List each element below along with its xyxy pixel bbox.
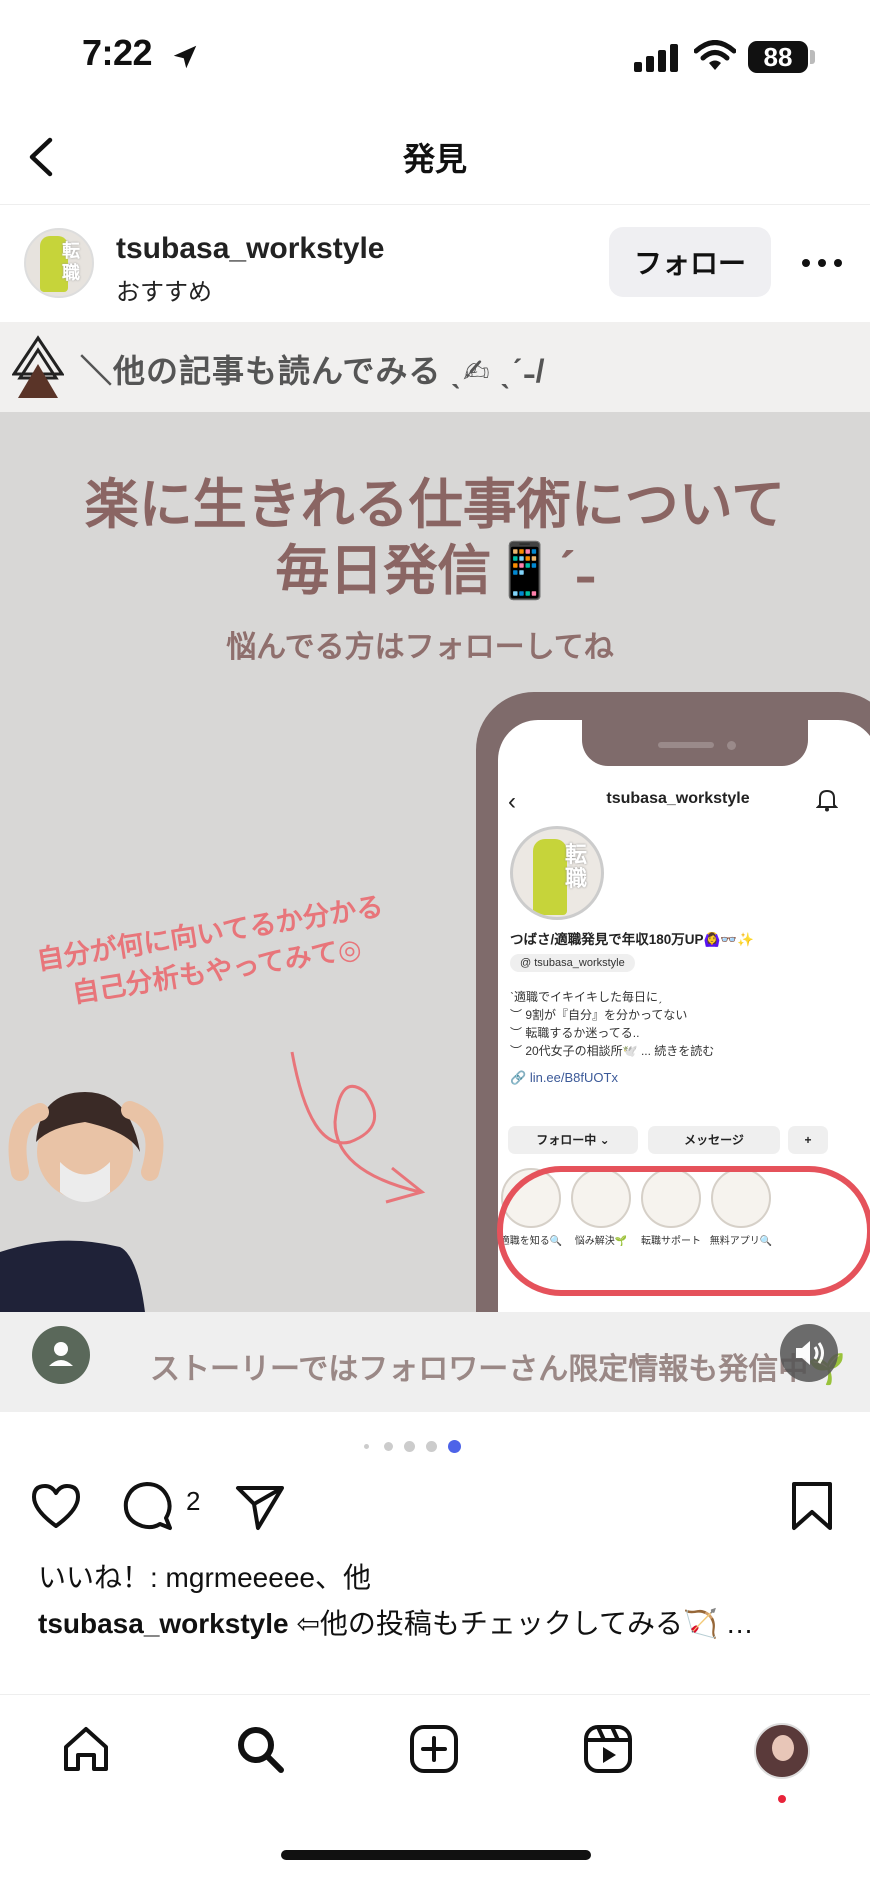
post-subtitle: おすすめ [116, 279, 212, 306]
phone-avatar: 転職 [510, 826, 604, 920]
phone-following-button: フォロー中 ⌄ [508, 1126, 638, 1154]
follow-button[interactable]: フォロー [609, 227, 771, 297]
notch-camera [727, 741, 736, 750]
phone-add-user-button: + [788, 1126, 828, 1154]
highlight-ring [497, 1166, 870, 1296]
notch-speaker [658, 742, 714, 748]
comment-count: 2 [186, 1486, 201, 1516]
headline-line-1: 楽に生きれる仕事術について [84, 475, 786, 535]
avatar-text: 転職 [62, 241, 80, 283]
phone-bio-line: ︶ 9割が『自分』を分かってない [510, 1008, 688, 1022]
phone-mockup: ‹ tsubasa_workstyle 転職 つばさ/適職発見で年収180万UP… [476, 692, 870, 1412]
reels-icon[interactable] [580, 1721, 636, 1777]
phone-bio-line: ˋ適職でイキイキした毎日にˏ [510, 990, 662, 1004]
sound-button[interactable] [780, 1324, 838, 1382]
phone-username: tsubasa_workstyle [606, 790, 750, 807]
profile-tab[interactable] [754, 1723, 810, 1779]
create-icon[interactable] [406, 1721, 462, 1777]
phone-message-button: メッセージ [648, 1126, 780, 1154]
phone-notch [582, 720, 808, 766]
person-icon [49, 1342, 73, 1366]
phone-link: 🔗 lin.ee/B8fUOTx [510, 1070, 618, 1085]
post-image[interactable]: ＼他の記事も読んでみる ˎ✍︎ ˎˊ˗/ 楽に生きれる仕事術について 毎日発信📱… [0, 322, 870, 1412]
nav-header: 発見 [0, 110, 870, 205]
story-strip: ストーリーではフォロワーさん限定情報も発信中🌱 [0, 1312, 870, 1412]
profile-icon [772, 1735, 794, 1761]
avatar[interactable]: 転職 [24, 228, 94, 298]
carousel-dot [404, 1441, 415, 1452]
caption-username[interactable]: tsubasa_workstyle [38, 1608, 289, 1639]
curly-arrow-icon [290, 1051, 426, 1204]
headline: 楽に生きれる仕事術について 毎日発信📱ˊ˗ [0, 472, 870, 604]
post-username[interactable]: tsubasa_workstyle [116, 232, 384, 266]
carousel-dot [426, 1441, 437, 1452]
likes-text[interactable]: いいね！: mgrmeeeee、他 [38, 1556, 371, 1596]
phone-avatar-text: 転職 [565, 842, 588, 891]
triangle-logo-icon [12, 335, 64, 398]
home-indicator [281, 1850, 591, 1860]
carousel-dot [384, 1442, 393, 1451]
subhead: 悩んでる方はフォローしてね [226, 631, 614, 664]
location-arrow-icon [173, 45, 197, 69]
phone-following-label: フォロー中 [536, 1133, 597, 1147]
comment-icon[interactable] [120, 1478, 176, 1534]
caption[interactable]: tsubasa_workstyle ⇦他の投稿もチェックしてみる🏹 … [38, 1602, 838, 1642]
phone-link-text: lin.ee/B8fUOTx [529, 1070, 618, 1085]
caption-text: ⇦他の投稿もチェックしてみる🏹 … [288, 1608, 754, 1639]
share-icon[interactable] [232, 1478, 288, 1534]
speaker-icon [796, 1341, 824, 1365]
banner-text: ＼他の記事も読んでみる ˎ✍︎ ˎˊ˗/ [80, 353, 546, 389]
phone-threads-name: tsubasa_workstyle [534, 957, 625, 969]
side-note: 自分が何に向いてるか分かる 自己分析もやってみて◎ [34, 887, 392, 1017]
battery-indicator: 88 [748, 41, 808, 73]
phone-bio: ˋ適職でイキイキした毎日にˏ ︶ 9割が『自分』を分かってない ︶ 転職するか迷… [510, 988, 714, 1060]
signal-icon [634, 44, 678, 72]
tab-bar [0, 1694, 870, 1814]
more-icon[interactable] [798, 248, 846, 278]
status-bar: 7:22 88 [0, 0, 870, 110]
bell-icon [816, 789, 838, 812]
wifi-icon [694, 40, 736, 70]
bookmark-icon[interactable] [784, 1478, 840, 1534]
post-banner: ＼他の記事も読んでみる ˎ✍︎ ˎˊ˗/ [0, 322, 870, 412]
page-title: 発見 [402, 141, 467, 177]
phone-threads-badge: @ tsubasa_workstyle [510, 954, 635, 972]
home-icon[interactable] [58, 1721, 114, 1777]
post-header: 転職 tsubasa_workstyle おすすめ フォロー [0, 206, 870, 321]
action-bar: 2 [0, 1470, 870, 1540]
search-icon[interactable] [232, 1721, 288, 1777]
headline-line-2: 毎日発信📱ˊ˗ [275, 541, 595, 601]
tagged-users-button[interactable] [32, 1326, 90, 1384]
carousel-dots [360, 1436, 470, 1456]
phone-bio-line: ︶ 転職するか迷ってる.. [510, 1026, 640, 1040]
notification-dot [778, 1795, 786, 1803]
status-time: 7:22 [82, 32, 153, 73]
phone-bio-line: ︶ 20代女子の相談所🕊️ ... 続きを読む [510, 1044, 715, 1058]
carousel-dot-active [448, 1440, 461, 1453]
carousel-dot [364, 1444, 369, 1449]
phone-bio-name: つばさ/適職発見で年収180万UP🙆‍♀️👓✨ [510, 932, 754, 947]
phone-avatar-figure [533, 839, 567, 915]
heart-icon[interactable] [28, 1478, 84, 1534]
story-text: ストーリーではフォロワーさん限定情報も発信中🌱 [150, 1353, 846, 1386]
phone-screen: ‹ tsubasa_workstyle 転職 つばさ/適職発見で年収180万UP… [498, 720, 870, 1412]
battery-tip [810, 50, 815, 64]
